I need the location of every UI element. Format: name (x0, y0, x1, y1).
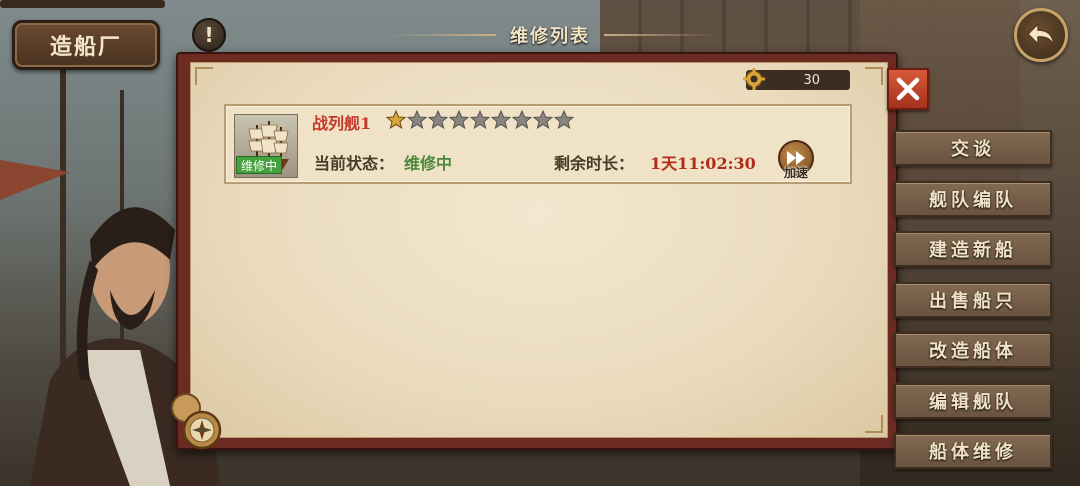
ship-name: 战列舰1 (312, 114, 372, 133)
repairing-badge: 维修中 (236, 156, 282, 174)
panel-corner (865, 415, 883, 433)
star-empty-icon (554, 110, 574, 130)
status-label: 当前状态： (314, 154, 395, 173)
back-arrow-icon (1026, 22, 1055, 47)
back-button[interactable] (1014, 8, 1068, 62)
star-rating (386, 110, 574, 130)
menu-button-modify-hull[interactable]: 改造船体 (894, 332, 1052, 368)
title-divider-left (386, 34, 496, 36)
dialog-title-bar: 维修列表 (360, 20, 740, 50)
page-title: 造船厂 (12, 20, 160, 70)
remaining-time-value: 1天11:02:30 (650, 154, 756, 173)
remaining-time-label: 剩余时长： (554, 154, 635, 173)
menu-button-hull-repair[interactable]: 船体维修 (894, 433, 1052, 469)
menu-button-fleet-formation[interactable]: 舰队编队 (894, 181, 1052, 217)
dialog-title: 维修列表 (510, 26, 590, 47)
menu-button-talk[interactable]: 交谈 (894, 130, 1052, 166)
star-empty-icon (533, 110, 553, 130)
menu-button-build-ship[interactable]: 建造新船 (894, 231, 1052, 267)
help-button[interactable]: ! (192, 18, 226, 52)
compass-icon (171, 393, 222, 450)
star-filled-icon (386, 110, 406, 130)
menu-button-edit-fleet[interactable]: 编辑舰队 (894, 383, 1052, 419)
status-value: 维修中 (404, 154, 453, 173)
gear-icon (743, 68, 765, 90)
menu-button-sell-ship[interactable]: 出售船只 (894, 282, 1052, 318)
resource-value: 30 (803, 72, 820, 88)
star-empty-icon (449, 110, 469, 130)
title-divider-right (604, 34, 714, 36)
star-empty-icon (407, 110, 427, 130)
close-button[interactable] (887, 68, 929, 110)
close-icon (896, 77, 920, 101)
plaque-hanger (0, 0, 165, 8)
star-empty-icon (470, 110, 490, 130)
repair-list-item[interactable]: 维修中 战列舰1 当前状态： 维修中 剩余时长： 1天11:02:30 加速 (224, 104, 852, 184)
panel-corner (865, 67, 883, 85)
panel-corner (195, 67, 213, 85)
star-empty-icon (491, 110, 511, 130)
star-empty-icon (428, 110, 448, 130)
speed-up-label: 加速 (783, 166, 808, 180)
star-empty-icon (512, 110, 532, 130)
resource-counter: 30 (743, 68, 850, 90)
